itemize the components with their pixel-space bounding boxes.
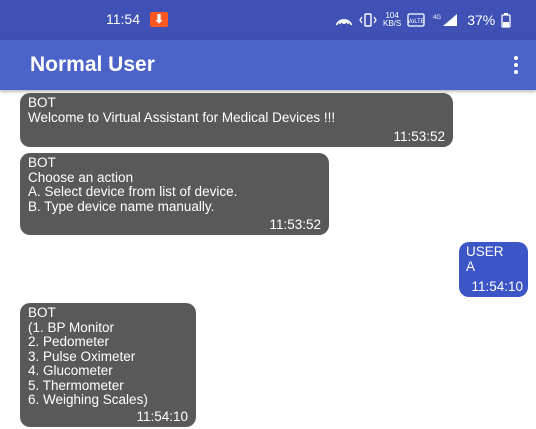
vibrate-icon — [359, 13, 377, 27]
hotspot-icon — [335, 19, 353, 26]
status-time: 11:54 — [106, 11, 140, 27]
chat-message-bot: BOT Choose an action A. Select device fr… — [20, 153, 329, 235]
message-timestamp: 11:53:52 — [393, 128, 445, 144]
volte-icon: VoLTE — [407, 13, 425, 27]
message-timestamp: 11:54:10 — [471, 278, 523, 294]
message-text: Choose an action A. Select device from l… — [28, 169, 238, 214]
message-text: A — [466, 258, 476, 274]
message-timestamp: 11:54:10 — [136, 408, 188, 424]
message-text: (1. BP Monitor 2. Pedometer 3. Pulse Oxi… — [28, 319, 148, 407]
battery-icon — [501, 12, 511, 28]
chat-message-user: USER A 11:54:10 — [459, 242, 528, 297]
download-notification-icon: ⬇ — [150, 12, 168, 27]
message-sender: USER — [466, 244, 504, 259]
message-timestamp: 11:53:52 — [269, 216, 321, 232]
volte-label: VoLTE — [407, 19, 425, 25]
message-sender: BOT — [28, 155, 56, 170]
message-sender: BOT — [28, 305, 56, 320]
app-bar: Normal User — [0, 40, 536, 90]
page-title: Normal User — [30, 53, 155, 76]
signal-label: 4G — [433, 15, 441, 21]
battery-percentage: 37% — [467, 12, 496, 28]
net-speed-unit: KB/S — [383, 19, 402, 28]
chat-message-bot: BOT (1. BP Monitor 2. Pedometer 3. Pulse… — [20, 303, 196, 427]
chat-message-bot: BOT Welcome to Virtual Assistant for Med… — [20, 93, 453, 147]
status-bar: 11:54 ⬇ 104 KB/S VoLTE 4G 37% — [0, 0, 536, 40]
overflow-menu-icon[interactable] — [506, 52, 526, 78]
message-sender: BOT — [28, 95, 56, 110]
message-text: Welcome to Virtual Assistant for Medical… — [28, 109, 336, 125]
net-speed: 104 KB/S — [383, 12, 401, 28]
signal-icon: 4G — [433, 14, 458, 26]
status-icons: 104 KB/S VoLTE 4G 37% — [335, 8, 511, 32]
